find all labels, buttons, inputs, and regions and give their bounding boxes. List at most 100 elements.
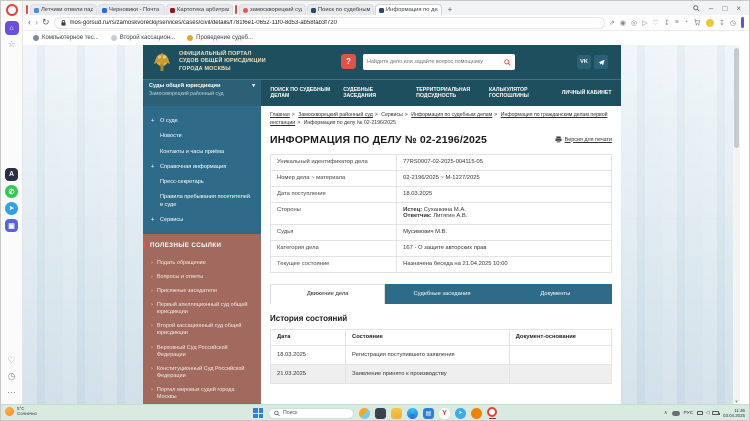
browser-tab[interactable]: Поиск по судебным дел... [307, 4, 374, 15]
sidebar-item-news[interactable]: Новости [143, 129, 261, 144]
play-icon[interactable]: ▷ [642, 19, 647, 27]
breadcrumb-case-info[interactable]: Информация по судебным делам [411, 112, 492, 118]
language-indicator[interactable]: РУС [684, 411, 694, 416]
browser-tab[interactable]: Черновики - Почта Mail [98, 4, 165, 15]
whatsapp-icon[interactable]: ✆ [5, 185, 18, 198]
bookmark-heart-icon[interactable]: ♡ [653, 19, 659, 27]
breadcrumb-services[interactable]: Сервисы [381, 112, 403, 118]
more-dots-icon[interactable]: ⋯ [7, 387, 16, 398]
tab-favicon [311, 8, 316, 13]
maximize-button[interactable]: □ [722, 4, 727, 13]
new-tab-button[interactable]: + [445, 4, 455, 14]
browser-tab[interactable]: Картотека арбитражны... [166, 4, 233, 15]
reload-button[interactable]: ↻ [42, 18, 50, 27]
close-button[interactable]: × [736, 4, 741, 13]
browser-tab[interactable]: Летчики отвели падающ... [30, 4, 97, 15]
orange-app-icon[interactable] [471, 408, 482, 419]
useful-link-jurors[interactable]: ›Присяжные заседатели [151, 284, 253, 298]
extensions-clock-icon[interactable]: ◷ [730, 19, 736, 27]
profile-icon[interactable]: ◔ [684, 19, 688, 26]
useful-link-second-cassation[interactable]: ›Второй кассационный суд общей юрисдикци… [151, 320, 253, 341]
forward-button[interactable]: › [35, 18, 38, 27]
search-icon[interactable] [693, 5, 700, 12]
shopping-cart-icon[interactable] [693, 19, 701, 26]
taskbar-search[interactable]: Поиск [268, 408, 354, 419]
aria-ai-icon[interactable]: A [5, 168, 18, 181]
bookmark-item[interactable]: Проведение судеб... [187, 35, 253, 41]
location-icon[interactable]: ◎ [631, 19, 637, 27]
history-clock-icon[interactable]: ◷ [8, 371, 16, 382]
sidebar-item-contacts[interactable]: Контакты и часы приёма [143, 145, 261, 160]
downloads-tray-icon[interactable]: ↧ [719, 19, 725, 27]
system-tray-icons[interactable]: ◁ [697, 410, 719, 416]
sidebar-item-reference[interactable]: +Справочная информация [143, 160, 261, 175]
scrollbar-thumb[interactable] [734, 48, 739, 148]
workspace-icon[interactable]: ⌂ [5, 21, 19, 35]
sidebar-item-visitor-rules[interactable]: Правила пребывания посетителей в суде [143, 190, 261, 213]
site-search[interactable] [363, 54, 515, 70]
nav-item-personal-cabinet[interactable]: ЛИЧНЫЙ КАБИНЕТ [562, 90, 612, 97]
useful-link-first-appellate[interactable]: ›Первый апелляционный суд общей юрисдикц… [151, 299, 253, 320]
vk-button[interactable]: VK [577, 55, 591, 69]
nav-item-case-search[interactable]: ПОИСК ПО СУДЕБНЫМ ДЕЛАМ [270, 87, 332, 100]
bookmark-item[interactable]: Второй кассацион... [111, 35, 175, 41]
nav-item-hearings[interactable]: СУДЕБНЫЕ ЗАСЕДАНИЯ [343, 87, 405, 100]
pinboard-star-icon[interactable]: ☆ [7, 39, 15, 50]
download-icon[interactable]: ↧ [664, 19, 670, 27]
store-app-icon[interactable]: ▤ [423, 408, 434, 419]
useful-link-magistrates-portal[interactable]: ›Портал мировых судей города Москвы [151, 384, 253, 405]
bookmark-item[interactable]: Компьютерное тес... [33, 35, 99, 41]
telegram-icon[interactable]: ➤ [5, 202, 18, 215]
browser-tab[interactable]: замоскворецкий суд — ... [239, 4, 306, 15]
yandex-browser-icon[interactable]: Y [439, 408, 450, 419]
battery-icon [712, 411, 719, 415]
useful-link-faq[interactable]: ›Вопросы и ответы [151, 270, 253, 284]
breadcrumb-court[interactable]: Замоскворецкий районный суд [298, 112, 373, 118]
vk-messenger-icon[interactable]: ▣ [5, 219, 18, 232]
favorites-heart-icon[interactable]: ♡ [7, 355, 15, 366]
useful-link-appeal[interactable]: ›Подать обращение [151, 256, 253, 270]
tab-documents[interactable]: Документы [499, 284, 612, 304]
assistant-help-button[interactable]: ? [341, 54, 356, 69]
tab-case-movement[interactable]: Движение дела [270, 284, 385, 304]
sidebar-item-about[interactable]: +О суде [143, 114, 261, 129]
back-button[interactable]: ‹ [28, 18, 31, 27]
edge-browser-icon[interactable] [407, 408, 418, 419]
opera-logo-icon[interactable] [6, 4, 18, 16]
table-row: СудьяМусимович М.В. [271, 224, 612, 240]
start-button[interactable] [253, 408, 263, 418]
breadcrumb-home[interactable]: Главная [270, 112, 290, 118]
browser-tab-active[interactable]: Информация по делу № [375, 4, 442, 15]
sidebar-item-press[interactable]: Пресс-секретарь [143, 175, 261, 190]
photos-app-icon[interactable] [375, 408, 386, 419]
tray-overflow-chevron[interactable]: ∧ [664, 410, 668, 416]
telegram-button[interactable] [594, 55, 608, 69]
address-bar[interactable]: mos-gorsud.ru/rs/zamoskvoreckij/services… [54, 17, 606, 29]
file-explorer-icon[interactable] [391, 408, 402, 419]
case-tabs: Движение дела Судебные заседания Докумен… [270, 284, 612, 304]
telegram-app-icon[interactable]: ➤ [455, 408, 466, 419]
print-version-link[interactable]: Версия для печати [555, 136, 612, 143]
page-scrollbar[interactable]: ▾ [733, 45, 740, 406]
weather-widget[interactable]: 5°C Солнечно [5, 406, 37, 417]
sidebar-toggle-icon[interactable] [741, 17, 744, 28]
site-search-input[interactable] [367, 59, 504, 65]
onedrive-cloud-icon[interactable] [672, 411, 680, 416]
tab-hearings[interactable]: Судебные заседания [385, 284, 498, 304]
search-icon[interactable] [504, 59, 511, 66]
useful-link-supreme-court[interactable]: ›Верховный Суд Российской Федерации [151, 341, 253, 362]
opera-taskbar-item[interactable] [487, 407, 497, 420]
taskbar-clock[interactable]: 11:36 03.04.2025 [723, 408, 745, 419]
nav-item-jurisdiction[interactable]: ТЕРРИТОРИАЛЬНАЯ ПОДСУДНОСТЬ [416, 87, 478, 100]
useful-link-constitutional-court[interactable]: ›Конституционный Суд Российской Федераци… [151, 362, 253, 383]
minimize-button[interactable]: – [709, 4, 713, 13]
rewards-coin-icon[interactable] [706, 19, 714, 27]
widgets-icon[interactable] [359, 408, 370, 419]
court-selector[interactable]: Суды общей юрисдикции ▾ Замоскворецкий р… [143, 80, 261, 106]
nav-item-fee-calculator[interactable]: КАЛЬКУЛЯТОР ГОСПОШЛИНЫ [489, 87, 551, 100]
useful-links-title: ПОЛЕЗНЫЕ ССЫЛКИ [143, 242, 253, 249]
share-icon[interactable]: ⇗ [609, 19, 615, 27]
reading-list-icon[interactable]: ≡ [675, 19, 679, 26]
snapshot-icon[interactable]: ◉ [620, 19, 626, 27]
sidebar-item-services[interactable]: +Сервисы [143, 213, 261, 228]
